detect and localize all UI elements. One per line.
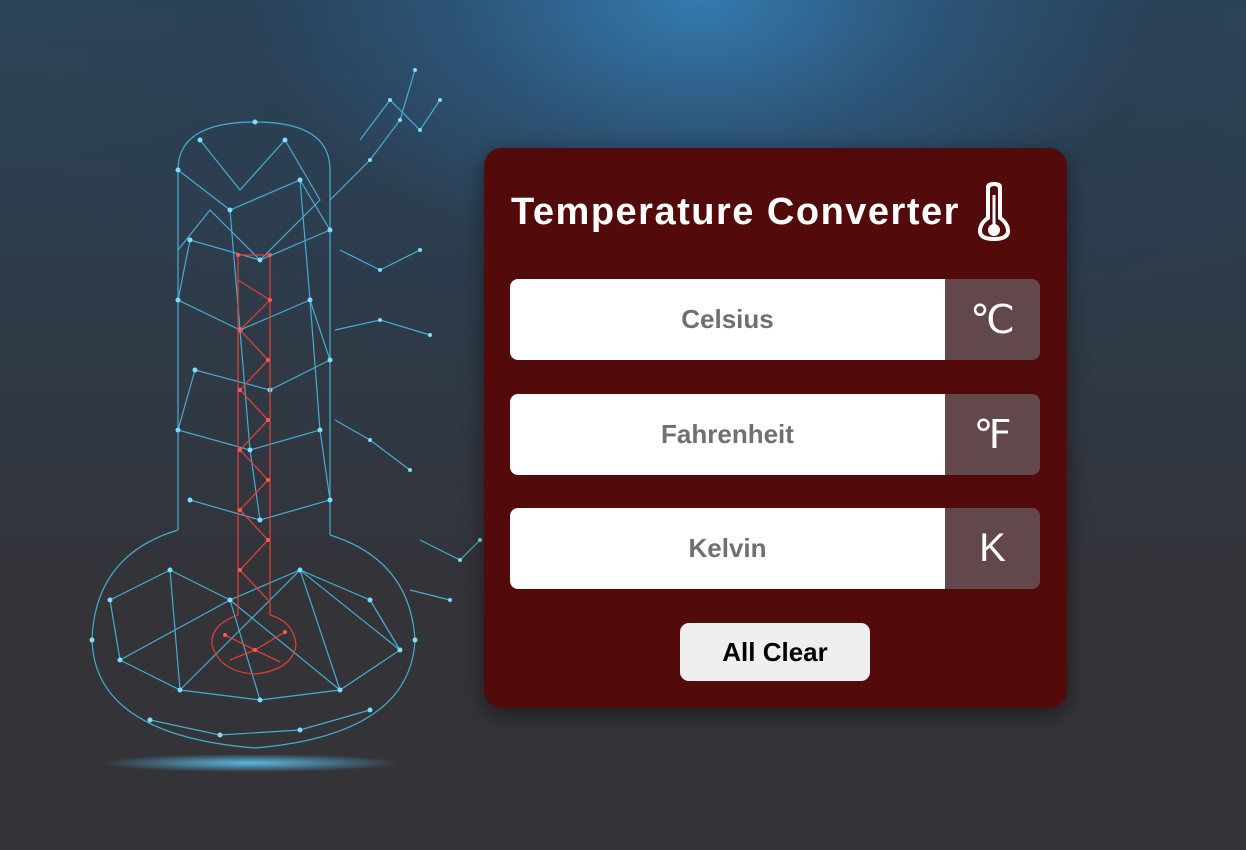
- converter-card: Temperature Converter ℃ ℉ K All Clear: [484, 148, 1067, 708]
- title-row: Temperature Converter: [511, 181, 1041, 243]
- network-thermometer-icon: [91, 69, 481, 749]
- thermometer-icon: [976, 181, 1012, 243]
- kelvin-field: K: [510, 508, 1040, 589]
- all-clear-button[interactable]: All Clear: [680, 623, 870, 681]
- celsius-unit-label: ℃: [945, 279, 1040, 360]
- fahrenheit-input[interactable]: [510, 394, 945, 475]
- page-title: Temperature Converter: [511, 190, 960, 233]
- fahrenheit-unit-label: ℉: [945, 394, 1040, 475]
- celsius-input[interactable]: [510, 279, 945, 360]
- kelvin-input[interactable]: [510, 508, 945, 589]
- celsius-field: ℃: [510, 279, 1040, 360]
- kelvin-unit-label: K: [945, 508, 1040, 589]
- fahrenheit-field: ℉: [510, 394, 1040, 475]
- mercury-column: [211, 254, 297, 675]
